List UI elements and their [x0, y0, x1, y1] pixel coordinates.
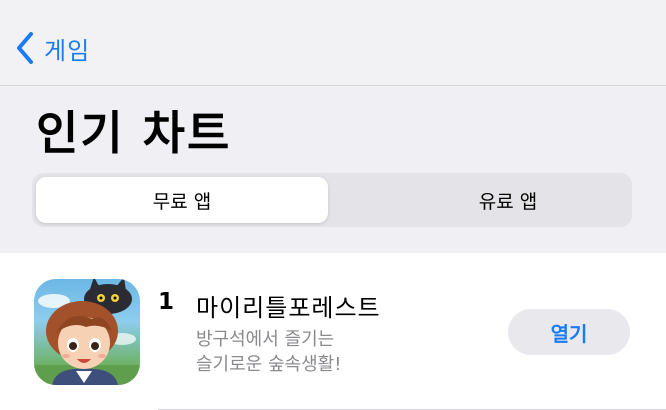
back-button[interactable]: 게임	[12, 28, 90, 68]
open-button[interactable]: 열기	[508, 309, 630, 355]
back-button-label: 게임	[44, 36, 91, 65]
app-subtitle-line: 방구석에서 즐기는	[196, 329, 335, 350]
app-subtitle-line: 슬기로운 숲속생활!	[196, 354, 342, 375]
segment-free-apps[interactable]: 무료 앱	[36, 177, 328, 223]
segmented-control: 무료 앱 유료 앱	[32, 173, 632, 227]
navigation-bar: 게임	[0, 0, 666, 86]
app-name[interactable]: 마이리틀포레스트	[196, 288, 381, 323]
chevron-left-icon	[17, 32, 33, 64]
segment-paid-apps[interactable]: 유료 앱	[362, 177, 654, 223]
list-item[interactable]: 1 마이리틀포레스트 방구석에서 즐기는 슬기로운 숲속생활! 열기	[0, 253, 666, 410]
app-list: 1 마이리틀포레스트 방구석에서 즐기는 슬기로운 숲속생활! 열기	[0, 253, 666, 410]
page-title: 인기 차트	[36, 106, 232, 160]
chart-header: 인기 차트 무료 앱 유료 앱	[0, 87, 666, 253]
rank-number: 1	[158, 289, 175, 315]
app-icon[interactable]	[34, 279, 140, 385]
app-artwork	[34, 279, 140, 385]
app-subtitle: 방구석에서 즐기는 슬기로운 숲속생활!	[196, 327, 456, 377]
